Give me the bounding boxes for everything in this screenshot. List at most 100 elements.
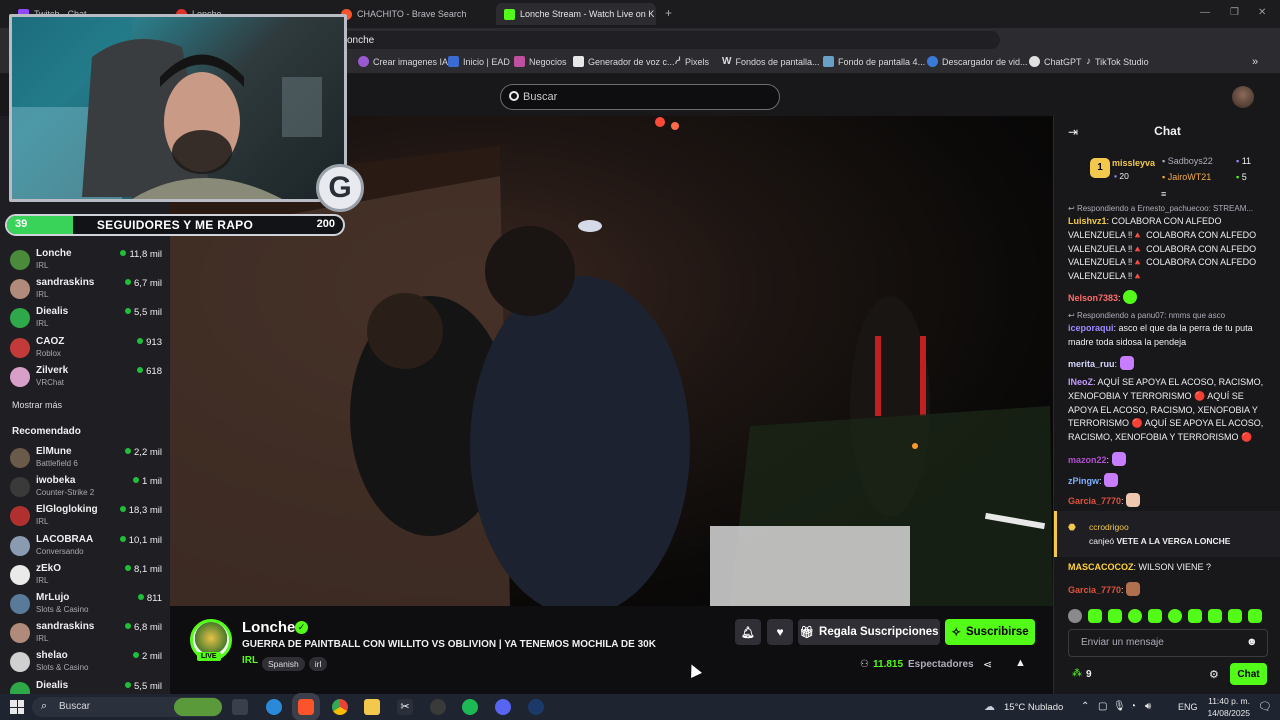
sidebar-channel-lacobraa[interactable]: LACOBRAA Conversando 10,1 mil — [10, 534, 162, 562]
emote-icon[interactable] — [1068, 609, 1082, 623]
leaderboard-user[interactable]: missleyva — [1112, 158, 1155, 168]
channel-avatar — [10, 337, 30, 358]
emote-icon[interactable] — [1228, 609, 1242, 623]
search-input[interactable]: Buscar — [500, 84, 780, 110]
bookmark-item[interactable]: ♪ TikTok Studio — [1086, 56, 1149, 67]
weather-text[interactable]: 15°C Nublado — [1004, 702, 1063, 713]
chat-username[interactable]: zPingw — [1068, 476, 1099, 486]
channel-category: VRChat — [36, 377, 65, 387]
file-explorer-icon[interactable] — [364, 699, 380, 715]
obs-icon[interactable] — [430, 699, 446, 715]
chat-username[interactable]: Nelson7383 — [1068, 293, 1118, 303]
address-field[interactable] — [340, 31, 1000, 49]
channel-viewers: 1 mil — [132, 476, 162, 487]
notification-bell-button[interactable]: 🔔︎ — [735, 619, 761, 645]
show-more-link[interactable]: Mostrar más — [12, 400, 62, 410]
subscribe-button[interactable]: ✧ Suscribirse — [945, 619, 1035, 645]
emote-icon[interactable] — [1208, 609, 1222, 623]
gift-subs-button[interactable]: 🎁︎ Regala Suscripciones — [798, 619, 940, 645]
sidebar-channel-zilverk[interactable]: Zilverk VRChat 618 — [10, 365, 162, 393]
bookmark-item[interactable]: Generador de voz c... — [573, 56, 675, 67]
bookmark-item[interactable]: Inicio | EAD — [448, 56, 510, 67]
tab-active[interactable]: Lonche Stream - Watch Live on K✕ — [496, 3, 656, 25]
emote-icon[interactable] — [1128, 609, 1142, 623]
sidebar-channel-elmune[interactable]: ElMune Battlefield 6 2,2 mil — [10, 446, 162, 474]
tag-language[interactable]: Spanish — [262, 657, 305, 671]
chat-username[interactable]: INeoZ — [1068, 377, 1093, 387]
sidebar-channel-sandraskins[interactable]: sandraskins IRL 6,8 mil — [10, 621, 162, 649]
bookmarks-more-button[interactable]: » — [1252, 56, 1258, 68]
chat-username[interactable]: Luishvz1 — [1068, 216, 1107, 226]
user-avatar[interactable] — [1232, 86, 1254, 108]
clock-time[interactable]: 11:40 p. m. — [1200, 696, 1250, 706]
leaderboard-user[interactable]: ▪ Sadboys22 — [1162, 156, 1213, 166]
bookmark-item[interactable]: Descargador de vid... — [927, 56, 1028, 67]
capcut-icon[interactable]: ✂ — [397, 699, 413, 715]
notifications-icon[interactable]: 🗨︎ — [1258, 700, 1272, 713]
edge-icon[interactable] — [266, 699, 282, 715]
emote-icon[interactable] — [1168, 609, 1182, 623]
sidebar-channel-caoz[interactable]: CAOZ Roblox 913 — [10, 336, 162, 364]
clock-date[interactable]: 14/08/2025 — [1196, 708, 1250, 718]
chat-username[interactable]: Garcia_7770 — [1068, 496, 1121, 506]
volume-icon[interactable]: 🔊︎ — [1145, 701, 1151, 712]
reward-icon: ⬣ — [1068, 522, 1076, 532]
chat-username[interactable]: Garcia_7770 — [1068, 585, 1121, 595]
emote-icon[interactable] — [1108, 609, 1122, 623]
sidebar-channel-sandraskins[interactable]: sandraskins IRL 6,7 mil — [10, 277, 162, 305]
chat-username[interactable]: iceporaqui — [1068, 323, 1114, 333]
reward-user[interactable]: ccrodrigoo — [1089, 522, 1129, 532]
sidebar-channel-mrlujo[interactable]: MrLujo Slots & Casino 811 — [10, 592, 162, 620]
task-view-icon[interactable] — [232, 699, 248, 715]
report-icon[interactable]: ▲ — [1015, 657, 1026, 669]
chat-username[interactable]: mazon22 — [1068, 455, 1107, 465]
maximize-icon[interactable]: ❐ — [1230, 7, 1239, 18]
share-stream-icon[interactable]: ⋖ — [983, 658, 992, 671]
bookmark-item[interactable]: Negocios — [514, 56, 567, 67]
discord-icon[interactable] — [495, 699, 511, 715]
emote-icon[interactable] — [1188, 609, 1202, 623]
follow-button[interactable]: ♥ — [767, 619, 793, 645]
minimize-icon[interactable]: — — [1200, 7, 1210, 18]
tag-irl[interactable]: irl — [308, 657, 328, 671]
language-indicator[interactable]: ENG — [1178, 702, 1198, 712]
bookmark-item[interactable]: W Fondos de pantalla... — [722, 56, 820, 67]
sidebar-channel-lonche[interactable]: Lonche IRL 11,8 mil — [10, 248, 162, 276]
brave-icon[interactable] — [292, 693, 320, 720]
emoji-picker-icon[interactable]: ☻ — [1246, 636, 1258, 648]
channel-avatar — [10, 564, 30, 585]
bookmark-item[interactable]: ChatGPT — [1029, 56, 1082, 67]
leaderboard-user[interactable]: ▪ JairoWT21 — [1162, 172, 1211, 182]
chat-settings-icon[interactable]: ⚙ — [1209, 668, 1219, 681]
chat-username[interactable]: MASCACOCOZ — [1068, 562, 1134, 572]
tab-3[interactable]: CHACHITO - Brave Search — [333, 3, 493, 25]
wifi-icon[interactable]: ◔ — [1130, 701, 1136, 712]
chat-username[interactable]: merita_ruu — [1068, 359, 1115, 369]
sidebar-channel-iwobeka[interactable]: iwobeka Counter-Strike 2 1 mil — [10, 475, 162, 503]
send-chat-button[interactable]: Chat — [1230, 663, 1267, 685]
bookmark-item[interactable]: Fondo de pantalla 4... — [823, 56, 925, 67]
emote-icon[interactable] — [1148, 609, 1162, 623]
bookmark-item[interactable]: Crear imagenes IA — [358, 56, 448, 67]
close-window-icon[interactable]: ✕ — [1258, 7, 1266, 18]
spotify-icon[interactable] — [462, 699, 478, 715]
emote-icon[interactable] — [1088, 609, 1102, 623]
steam-icon[interactable] — [528, 699, 544, 715]
emote-icon[interactable] — [1248, 609, 1262, 623]
microphone-icon[interactable]: 🎙︎ — [1113, 701, 1126, 712]
sidebar-channel-zeko[interactable]: zEkO IRL 8,1 mil — [10, 563, 162, 591]
channel-name[interactable]: Lonche — [242, 619, 295, 636]
sidebar-channel-diealis[interactable]: DiealisIRL 5,5 mil — [10, 306, 162, 334]
start-menu-icon[interactable] — [10, 700, 24, 714]
points-icon[interactable]: ⁂ — [1072, 668, 1082, 679]
sidebar-channel-elglogloking[interactable]: ElGlogloking IRL 18,3 mil — [10, 504, 162, 532]
chrome-icon[interactable] — [332, 699, 348, 715]
tray-app-icon[interactable]: ▢ — [1098, 701, 1107, 712]
bookmark-item[interactable]: ᓱ Pixels — [675, 56, 709, 67]
sidebar-channel-shelao[interactable]: shelao Slots & Casino 2 mil — [10, 650, 162, 678]
stream-category[interactable]: IRL — [242, 655, 258, 666]
bookmark-favicon-icon — [514, 56, 525, 67]
new-tab-button[interactable]: + — [665, 6, 672, 20]
tray-chevron-icon[interactable]: ⌃ — [1081, 701, 1089, 712]
expand-leaderboard-icon[interactable]: ≡ — [1161, 189, 1166, 199]
